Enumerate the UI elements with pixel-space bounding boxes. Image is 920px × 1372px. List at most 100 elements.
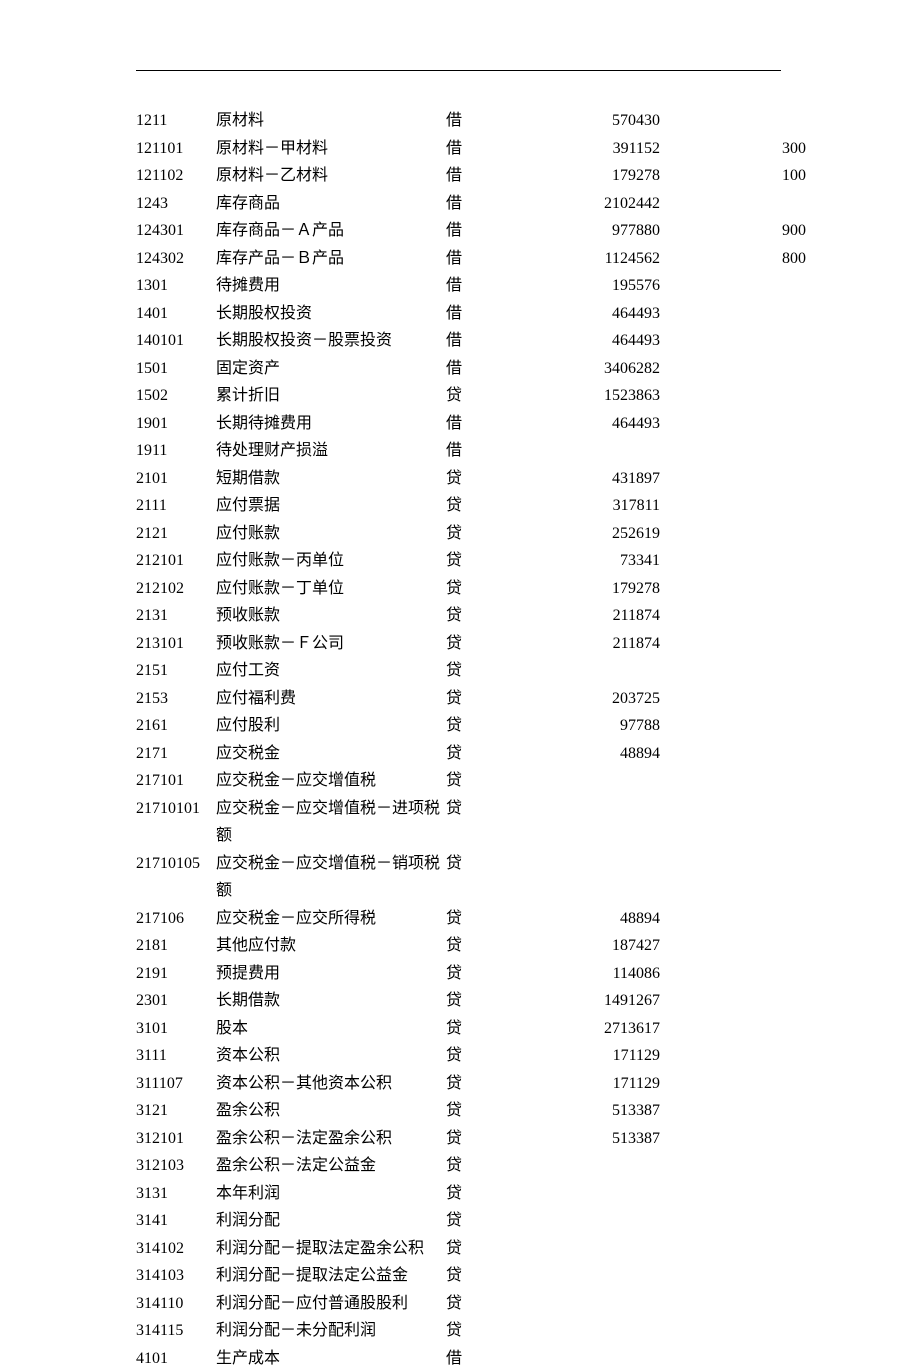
amount bbox=[482, 1152, 660, 1180]
account-code: 312103 bbox=[136, 1152, 216, 1180]
table-row: 1501固定资产借3406282 bbox=[136, 355, 814, 383]
quantity bbox=[660, 740, 806, 768]
debit-credit-flag: 贷 bbox=[446, 987, 482, 1015]
amount bbox=[482, 1317, 660, 1345]
debit-credit-flag: 借 bbox=[446, 217, 482, 245]
debit-credit-flag: 贷 bbox=[446, 547, 482, 575]
table-row: 314115利润分配－未分配利润贷 bbox=[136, 1317, 814, 1345]
amount: 1523863 bbox=[482, 382, 660, 410]
debit-credit-flag: 贷 bbox=[446, 1317, 482, 1345]
account-name: 库存产品－Ｂ产品 bbox=[216, 245, 446, 273]
account-name: 生产成本 bbox=[216, 1345, 446, 1372]
account-name: 预提费用 bbox=[216, 960, 446, 988]
amount: 203725 bbox=[482, 685, 660, 713]
account-code: 3111 bbox=[136, 1042, 216, 1070]
table-row: 3131本年利润贷 bbox=[136, 1180, 814, 1208]
quantity bbox=[660, 520, 806, 548]
quantity: 300 bbox=[660, 135, 806, 163]
quantity bbox=[660, 850, 806, 905]
quantity: 900 bbox=[660, 217, 806, 245]
account-name: 应交税金－应交增值税 bbox=[216, 767, 446, 795]
quantity bbox=[660, 1317, 806, 1345]
quantity bbox=[660, 630, 806, 658]
account-name: 待处理财产损溢 bbox=[216, 437, 446, 465]
table-row: 2121应付账款贷252619 bbox=[136, 520, 814, 548]
debit-credit-flag: 借 bbox=[446, 272, 482, 300]
debit-credit-flag: 贷 bbox=[446, 740, 482, 768]
amount: 513387 bbox=[482, 1125, 660, 1153]
account-code: 314102 bbox=[136, 1235, 216, 1263]
account-name: 应付账款－丙单位 bbox=[216, 547, 446, 575]
debit-credit-flag: 贷 bbox=[446, 712, 482, 740]
account-name: 累计折旧 bbox=[216, 382, 446, 410]
account-name: 预收账款－Ｆ公司 bbox=[216, 630, 446, 658]
amount: 2102442 bbox=[482, 190, 660, 218]
quantity bbox=[660, 657, 806, 685]
table-row: 140101长期股权投资－股票投资借464493 bbox=[136, 327, 814, 355]
table-row: 3101股本贷2713617 bbox=[136, 1015, 814, 1043]
account-code: 2171 bbox=[136, 740, 216, 768]
quantity bbox=[660, 547, 806, 575]
debit-credit-flag: 借 bbox=[446, 410, 482, 438]
quantity bbox=[660, 1235, 806, 1263]
amount bbox=[482, 1180, 660, 1208]
debit-credit-flag: 贷 bbox=[446, 1180, 482, 1208]
account-name: 预收账款 bbox=[216, 602, 446, 630]
account-code: 2153 bbox=[136, 685, 216, 713]
account-code: 1501 bbox=[136, 355, 216, 383]
quantity bbox=[660, 492, 806, 520]
account-code: 2301 bbox=[136, 987, 216, 1015]
quantity bbox=[660, 767, 806, 795]
account-code: 1401 bbox=[136, 300, 216, 328]
account-name: 长期待摊费用 bbox=[216, 410, 446, 438]
account-name: 盈余公积 bbox=[216, 1097, 446, 1125]
amount bbox=[482, 657, 660, 685]
account-name: 利润分配－应付普通股股利 bbox=[216, 1290, 446, 1318]
table-row: 314110利润分配－应付普通股股利贷 bbox=[136, 1290, 814, 1318]
account-name: 原材料 bbox=[216, 107, 446, 135]
quantity bbox=[660, 300, 806, 328]
account-code: 3141 bbox=[136, 1207, 216, 1235]
quantity bbox=[660, 987, 806, 1015]
table-row: 2191预提费用贷114086 bbox=[136, 960, 814, 988]
debit-credit-flag: 借 bbox=[446, 327, 482, 355]
account-name: 应付账款－丁单位 bbox=[216, 575, 446, 603]
debit-credit-flag: 贷 bbox=[446, 630, 482, 658]
account-code: 314115 bbox=[136, 1317, 216, 1345]
debit-credit-flag: 借 bbox=[446, 355, 482, 383]
quantity bbox=[660, 1042, 806, 1070]
quantity bbox=[660, 1015, 806, 1043]
table-row: 2151应付工资贷 bbox=[136, 657, 814, 685]
account-code: 21710101 bbox=[136, 795, 216, 850]
account-name: 应交税金－应交增值税－销项税额 bbox=[216, 850, 446, 905]
table-row: 312103盈余公积－法定公益金贷 bbox=[136, 1152, 814, 1180]
account-code: 124302 bbox=[136, 245, 216, 273]
account-code: 2151 bbox=[136, 657, 216, 685]
account-name: 固定资产 bbox=[216, 355, 446, 383]
table-row: 217101应交税金－应交增值税贷 bbox=[136, 767, 814, 795]
account-code: 314110 bbox=[136, 1290, 216, 1318]
quantity bbox=[660, 795, 806, 850]
quantity bbox=[660, 190, 806, 218]
account-name: 长期借款 bbox=[216, 987, 446, 1015]
debit-credit-flag: 借 bbox=[446, 107, 482, 135]
table-row: 3111资本公积贷171129 bbox=[136, 1042, 814, 1070]
debit-credit-flag: 贷 bbox=[446, 850, 482, 905]
quantity bbox=[660, 1262, 806, 1290]
account-code: 121101 bbox=[136, 135, 216, 163]
table-row: 311107资本公积－其他资本公积贷171129 bbox=[136, 1070, 814, 1098]
amount bbox=[482, 1235, 660, 1263]
table-row: 212101应付账款－丙单位贷73341 bbox=[136, 547, 814, 575]
page-top-divider bbox=[136, 70, 781, 71]
account-name: 长期股权投资－股票投资 bbox=[216, 327, 446, 355]
table-row: 21710105应交税金－应交增值税－销项税额贷 bbox=[136, 850, 814, 905]
amount: 570430 bbox=[482, 107, 660, 135]
quantity bbox=[660, 1125, 806, 1153]
account-code: 3101 bbox=[136, 1015, 216, 1043]
amount: 195576 bbox=[482, 272, 660, 300]
amount bbox=[482, 1262, 660, 1290]
quantity bbox=[660, 355, 806, 383]
account-name: 原材料－甲材料 bbox=[216, 135, 446, 163]
table-row: 1502累计折旧贷1523863 bbox=[136, 382, 814, 410]
table-row: 1211原材料借570430 bbox=[136, 107, 814, 135]
